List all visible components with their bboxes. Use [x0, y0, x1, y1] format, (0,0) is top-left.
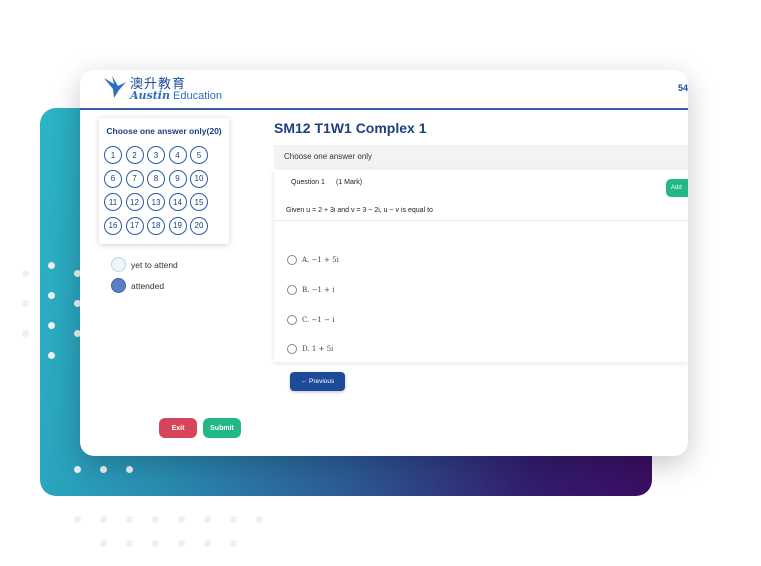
decorative-dot: [48, 352, 55, 359]
question-nav-button[interactable]: 9: [168, 169, 187, 188]
previous-button[interactable]: ← Previous: [290, 372, 345, 391]
question-nav-button[interactable]: 4: [168, 146, 187, 164]
logo-english-text: Austin Education: [130, 89, 222, 102]
radio-button[interactable]: [287, 285, 297, 295]
question-nav-button[interactable]: 11: [104, 193, 122, 211]
question-nav-button[interactable]: 1: [104, 146, 122, 164]
exit-button[interactable]: Exit: [159, 418, 197, 438]
question-nav-button[interactable]: 17: [125, 216, 144, 235]
legend-yet-label: yet to attend: [131, 259, 178, 270]
quiz-title: SM12 T1W1 Complex 1: [274, 120, 427, 136]
question-nav-button[interactable]: 12: [125, 193, 144, 211]
decorative-dot: [100, 466, 107, 473]
question-nav-button[interactable]: 6: [104, 169, 122, 188]
decorative-dot: [22, 330, 29, 337]
bird-logo-icon: [104, 76, 126, 98]
legend-yet-circle-icon: [111, 257, 126, 272]
submit-button[interactable]: Submit: [203, 418, 241, 438]
navigator-title: Choose one answer only(20): [106, 126, 222, 136]
app-header: 澳升教育 Austin Education 54: [80, 70, 688, 110]
decorative-dot: [74, 466, 81, 473]
decorative-dot: [48, 292, 55, 299]
option-label: D. 1 + 5i: [302, 345, 334, 353]
header-right-number: 54: [677, 83, 688, 93]
decorative-dot: [152, 516, 159, 523]
decorative-dot: [74, 516, 81, 523]
instruction-text: Choose one answer only: [284, 152, 373, 161]
question-grid: 1 2 3 4 5 6 7 8 9 10 11 12 13 14 15 16 1…: [104, 146, 208, 235]
instruction-bar: Choose one answer only: [274, 145, 688, 169]
add-button[interactable]: Add: [666, 179, 688, 197]
option-label: C. −1 − i: [302, 316, 335, 324]
answer-option-d[interactable]: D. 1 + 5i: [287, 344, 333, 354]
decorative-dot: [22, 300, 29, 307]
option-label: A. −1 + 5i: [302, 256, 339, 264]
radio-button[interactable]: [287, 315, 297, 325]
legend-attended: attended: [111, 278, 164, 293]
question-nav-button[interactable]: 15: [190, 193, 208, 211]
decorative-dot: [178, 540, 185, 547]
radio-button[interactable]: [287, 255, 297, 265]
legend-attended-circle-icon: [111, 278, 126, 293]
decorative-dot: [204, 516, 211, 523]
decorative-dot: [48, 322, 55, 329]
question-nav-button[interactable]: 10: [190, 169, 208, 188]
question-nav-button[interactable]: 14: [168, 193, 187, 211]
decorative-dot: [126, 540, 133, 547]
question-nav-button[interactable]: 20: [190, 216, 208, 235]
decorative-dot: [126, 466, 133, 473]
question-navigator: Choose one answer only(20) 1 2 3 4 5 6 7…: [99, 118, 229, 244]
question-nav-button[interactable]: 2: [125, 146, 144, 164]
question-nav-button[interactable]: 13: [147, 193, 165, 211]
decorative-dot: [22, 270, 29, 277]
decorative-dot: [48, 262, 55, 269]
question-nav-button[interactable]: 3: [147, 146, 165, 164]
decorative-dot: [100, 516, 107, 523]
answer-option-a[interactable]: A. −1 + 5i: [287, 255, 339, 265]
decorative-dot: [126, 516, 133, 523]
decorative-dot: [100, 540, 107, 547]
radio-button[interactable]: [287, 344, 297, 354]
decorative-dot: [230, 516, 237, 523]
decorative-dot: [178, 516, 185, 523]
question-nav-button[interactable]: 5: [190, 146, 208, 164]
question-marks: (1 Mark): [336, 179, 363, 186]
question-nav-button[interactable]: 8: [147, 169, 165, 188]
question-card: Question 1 (1 Mark) Add Given u = 2 + 3i…: [274, 170, 688, 362]
option-label: B. −1 + i: [302, 286, 335, 294]
decorative-dot: [256, 516, 263, 523]
legend-yet-to-attend: yet to attend: [111, 257, 178, 272]
question-nav-button[interactable]: 16: [104, 216, 122, 235]
app-window: 澳升教育 Austin Education 54 Choose one answ…: [80, 70, 688, 456]
answer-option-b[interactable]: B. −1 + i: [287, 285, 334, 295]
decorative-dot: [152, 540, 159, 547]
question-nav-button[interactable]: 19: [168, 216, 187, 235]
question-nav-button[interactable]: 18: [147, 216, 165, 235]
question-divider: [274, 220, 688, 221]
question-label: Question 1: [291, 179, 325, 186]
decorative-dot: [204, 540, 211, 547]
question-text: Given u = 2 + 3i and v = 3 − 2i, u − v i…: [286, 207, 433, 214]
decorative-dot: [230, 540, 237, 547]
answer-option-c[interactable]: C. −1 − i: [287, 315, 334, 325]
legend-attended-label: attended: [131, 280, 165, 291]
question-nav-button[interactable]: 7: [125, 169, 144, 188]
